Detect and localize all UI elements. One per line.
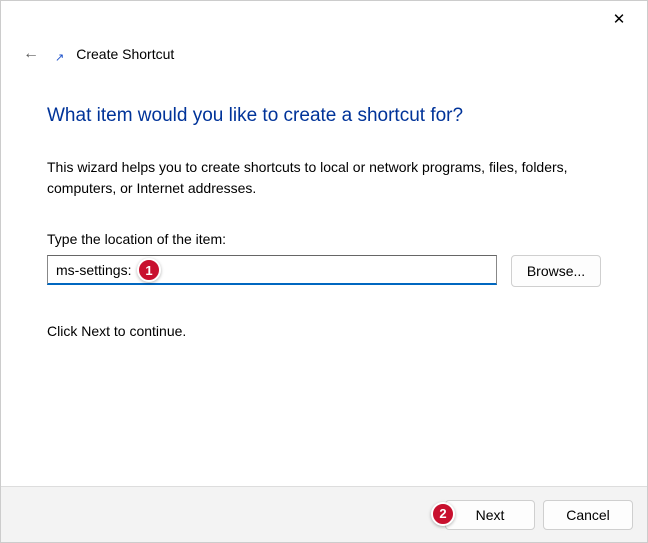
page-heading: What item would you like to create a sho… [47, 105, 601, 127]
location-input[interactable] [47, 255, 497, 285]
annotation-badge-2: 2 [431, 502, 455, 526]
location-label: Type the location of the item: [47, 231, 601, 247]
wizard-title: Create Shortcut [76, 46, 174, 62]
shortcut-icon: ↗ [55, 51, 64, 64]
content-area: What item would you like to create a sho… [1, 65, 647, 339]
continue-instruction: Click Next to continue. [47, 323, 601, 339]
titlebar: ✕ [1, 1, 647, 37]
annotation-badge-1: 1 [137, 258, 161, 282]
footer: Next 2 Cancel [1, 486, 647, 542]
close-icon[interactable]: ✕ [605, 5, 633, 33]
cancel-button[interactable]: Cancel [543, 500, 633, 530]
next-button[interactable]: Next [445, 500, 535, 530]
location-row: 1 Browse... [47, 255, 601, 287]
browse-button[interactable]: Browse... [511, 255, 601, 287]
wizard-description: This wizard helps you to create shortcut… [47, 157, 601, 199]
wizard-header: ← ↗ Create Shortcut [1, 37, 647, 65]
back-arrow-icon[interactable]: ← [19, 43, 43, 65]
